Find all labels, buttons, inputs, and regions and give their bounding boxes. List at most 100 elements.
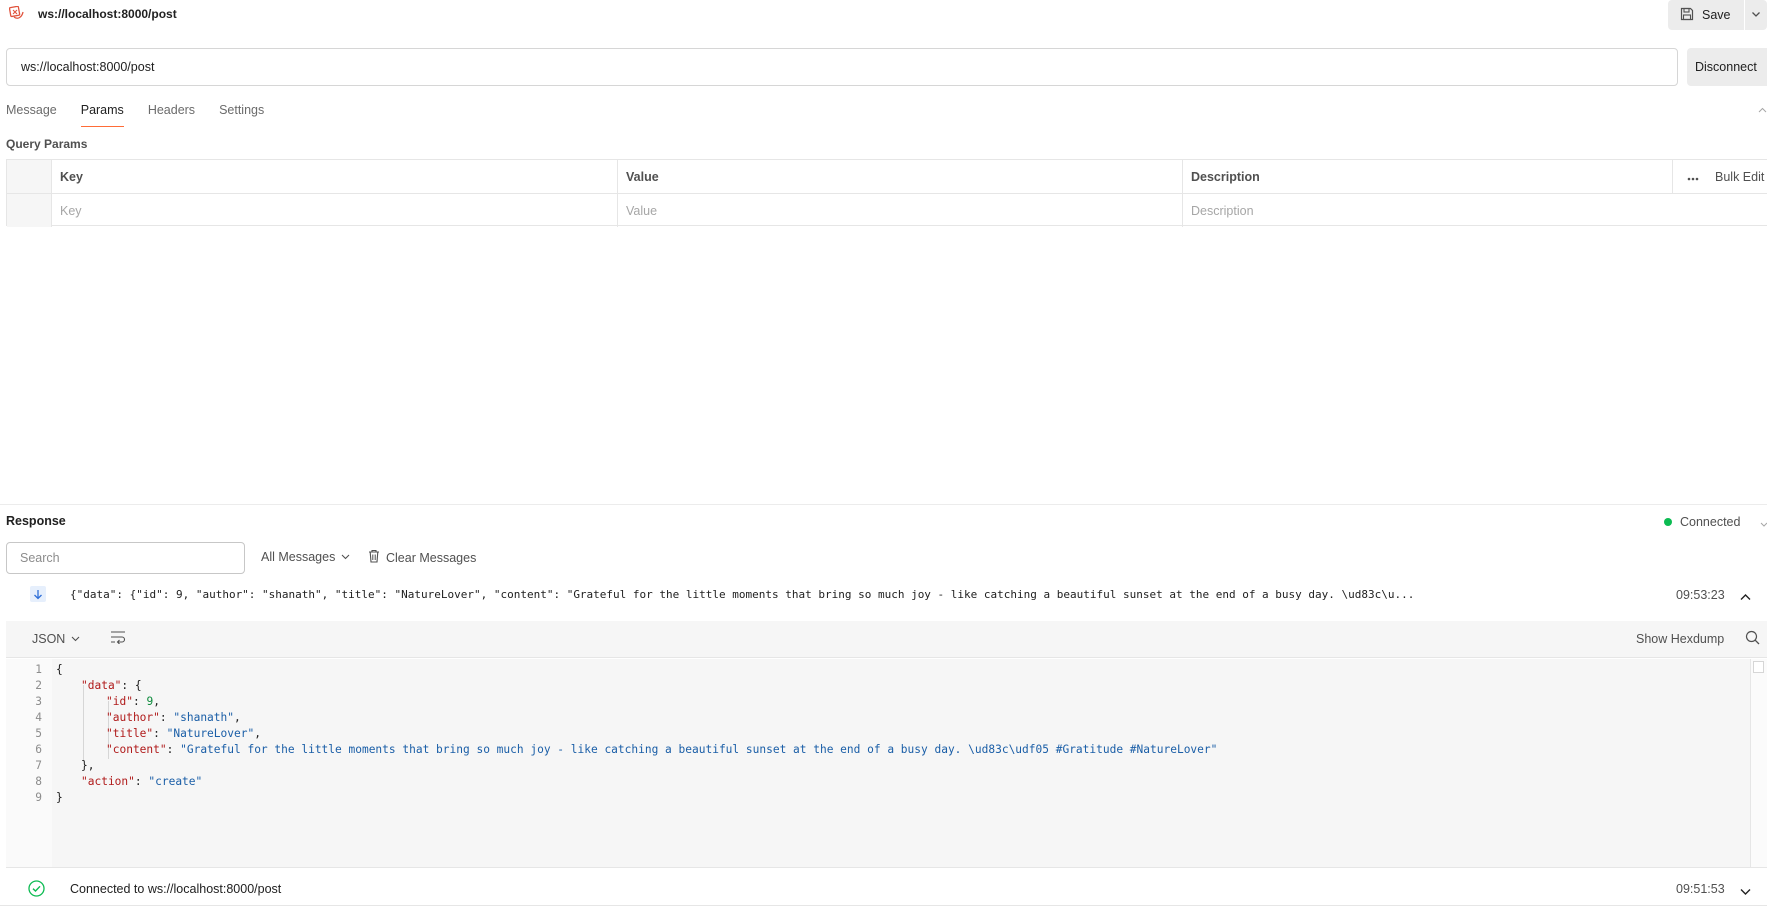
json-token: : { <box>121 679 142 692</box>
param-description-input[interactable]: Description <box>1183 194 1767 227</box>
json-token: : <box>134 775 149 788</box>
line-number: 5 <box>35 727 42 740</box>
json-token: "shanath" <box>173 711 234 724</box>
json-code-viewer[interactable]: 1 {2 "data": {3 "id": 9, 4 "author": "shanath… <box>6 659 1767 868</box>
column-header-key: Key <box>52 160 618 193</box>
line-content: }, <box>81 759 94 772</box>
chevron-up-icon[interactable] <box>1740 590 1751 604</box>
request-tabs: Message Params Headers Settings <box>6 103 288 129</box>
url-input[interactable]: ws://localhost:8000/post <box>6 48 1678 86</box>
json-token: : <box>132 695 147 708</box>
message-filter-label: All Messages <box>261 550 336 564</box>
json-token: , <box>254 727 261 740</box>
message-search-input[interactable] <box>6 542 245 574</box>
tab-message[interactable]: Message <box>6 103 57 127</box>
table-row: Key Value Description <box>7 193 1767 227</box>
query-params-table: Key Value Description Bulk Edit Key Valu… <box>6 159 1767 227</box>
tab-params[interactable]: Params <box>80 103 124 127</box>
message-timestamp: 09:53:23 <box>1676 588 1725 602</box>
json-token: "Grateful for the little moments that br… <box>180 743 1218 756</box>
line-number: 8 <box>35 775 42 788</box>
param-value-input[interactable]: Value <box>618 194 1183 227</box>
json-token: : <box>153 727 167 740</box>
line-number: 1 <box>35 663 42 676</box>
more-options-icon[interactable] <box>1687 170 1699 184</box>
disconnect-button[interactable]: Disconnect <box>1687 48 1767 86</box>
column-header-value: Value <box>618 160 1183 193</box>
json-token: "content" <box>106 743 167 756</box>
line-content: "author": "shanath", <box>106 711 241 724</box>
json-token: { <box>56 663 63 676</box>
line-number: 3 <box>35 695 42 708</box>
json-token: "create" <box>148 775 203 788</box>
save-button[interactable]: Save <box>1668 0 1744 30</box>
incoming-arrow-icon <box>30 586 46 602</box>
chevron-down-icon[interactable] <box>1760 517 1767 531</box>
connection-status: Connected <box>1664 515 1740 529</box>
bulk-edit-button[interactable]: Bulk Edit <box>1715 170 1764 184</box>
line-content: "data": { <box>81 679 142 692</box>
clear-messages-button[interactable]: Clear Messages <box>368 549 476 566</box>
chevron-up-icon[interactable] <box>1758 104 1767 113</box>
response-title: Response <box>6 514 66 528</box>
line-number: 7 <box>35 759 42 772</box>
json-token: : <box>166 743 181 756</box>
tab-headers[interactable]: Headers <box>148 103 195 127</box>
response-divider[interactable] <box>0 504 1767 505</box>
json-token: "action" <box>81 775 135 788</box>
vertical-scrollbar[interactable] <box>1750 659 1767 867</box>
format-label: JSON <box>32 632 66 646</box>
chevron-down-icon[interactable] <box>1740 885 1751 899</box>
line-number: 6 <box>35 743 42 756</box>
json-viewer-toolbar: JSON Show Hexdump <box>6 621 1767 658</box>
json-token: "id" <box>106 695 133 708</box>
json-token: "data" <box>81 679 122 692</box>
chevron-down-icon <box>71 632 80 646</box>
line-content: "title": "NatureLover", <box>106 727 261 740</box>
message-preview: {"data": {"id": 9, "author": "shanath", … <box>70 588 1415 601</box>
json-token: "title" <box>106 727 154 740</box>
json-token: "author" <box>106 711 160 724</box>
tab-settings[interactable]: Settings <box>219 103 264 127</box>
line-content: } <box>56 791 63 804</box>
line-number: 4 <box>35 711 42 724</box>
connection-event-text: Connected to ws://localhost:8000/post <box>70 882 282 896</box>
save-label: Save <box>1702 8 1731 22</box>
connection-event-timestamp: 09:51:53 <box>1676 882 1725 896</box>
check-circle-icon <box>28 880 45 900</box>
row-checkbox-cell <box>7 194 52 227</box>
chevron-down-icon <box>341 550 350 564</box>
json-token: } <box>56 791 63 804</box>
scrollbar-thumb[interactable] <box>1753 661 1764 673</box>
show-hexdump-button[interactable]: Show Hexdump <box>1636 632 1724 646</box>
save-icon <box>1680 7 1694 24</box>
trash-icon <box>368 549 380 566</box>
table-header-row: Key Value Description Bulk Edit <box>7 160 1767 193</box>
request-header: ws://localhost:8000/post Save <box>0 0 1767 30</box>
search-icon[interactable] <box>1745 630 1760 648</box>
status-dot-icon <box>1664 518 1672 526</box>
json-token: , <box>153 695 160 708</box>
request-title[interactable]: ws://localhost:8000/post <box>38 7 177 21</box>
chevron-down-icon <box>1751 8 1761 22</box>
message-row[interactable]: {"data": {"id": 9, "author": "shanath", … <box>0 585 1767 609</box>
query-params-label: Query Params <box>6 137 88 151</box>
table-actions: Bulk Edit <box>1673 160 1767 193</box>
message-filter-dropdown[interactable]: All Messages <box>261 550 350 564</box>
clear-messages-label: Clear Messages <box>386 550 477 565</box>
json-token: , <box>234 711 241 724</box>
param-key-input[interactable]: Key <box>52 194 618 227</box>
json-token: }, <box>81 759 95 772</box>
line-content: { <box>56 663 63 676</box>
column-header-description: Description <box>1183 160 1673 193</box>
format-dropdown[interactable]: JSON <box>32 632 80 646</box>
line-content: "content": "Grateful for the little mome… <box>106 743 1217 756</box>
code-line: 9} <box>6 791 1746 809</box>
wrap-lines-icon[interactable] <box>110 630 126 647</box>
json-token: : <box>159 711 174 724</box>
connection-event-row[interactable]: Connected to ws://localhost:8000/post 09… <box>0 872 1767 906</box>
connection-status-label: Connected <box>1680 515 1741 529</box>
save-options-button[interactable] <box>1745 0 1767 30</box>
line-content: "action": "create" <box>81 775 202 788</box>
line-number: 9 <box>35 791 42 804</box>
